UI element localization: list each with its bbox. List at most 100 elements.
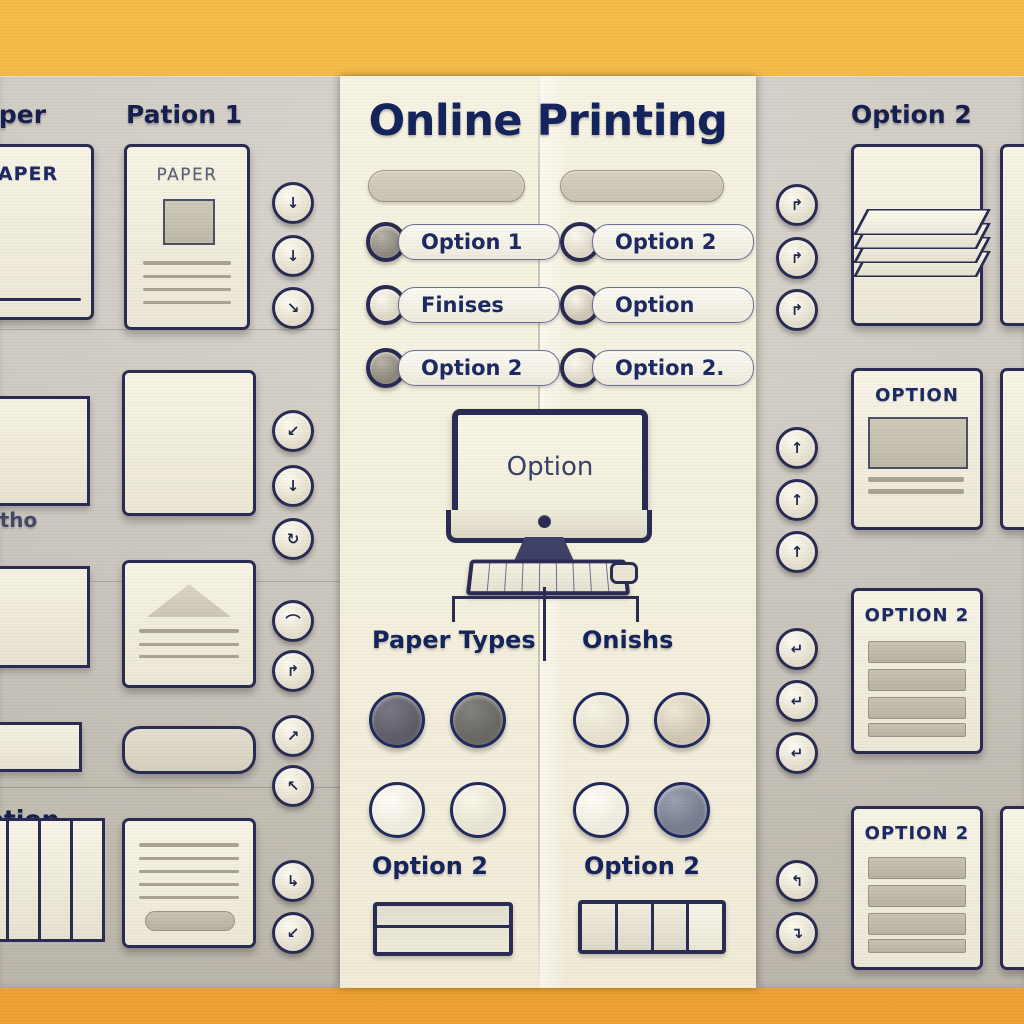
- right-btn-7[interactable]: ↵: [776, 680, 818, 722]
- search-input-left[interactable]: [368, 170, 525, 202]
- right-card-3-bar-0: [868, 857, 966, 879]
- connector-right-drop: [636, 596, 639, 622]
- layout-cell-0[interactable]: [582, 904, 618, 950]
- right-card-1-line-1: [868, 489, 964, 494]
- left-btn-3[interactable]: ↙: [272, 410, 314, 452]
- left-card-3-line-1: [139, 643, 239, 646]
- right-btn-6[interactable]: ↵: [776, 628, 818, 670]
- option-row-right-2[interactable]: Option 2.: [560, 346, 754, 390]
- right-card-edge-0[interactable]: [1000, 144, 1024, 326]
- left-btn-10[interactable]: ↳: [272, 860, 314, 902]
- keyboard-icon[interactable]: [465, 559, 631, 596]
- right-card-1[interactable]: OPTION: [851, 368, 983, 530]
- layout-preview-columns[interactable]: [578, 900, 726, 954]
- left-card-3-thumb: [147, 584, 231, 617]
- section-heading-paper-types: Paper Types: [372, 626, 536, 654]
- option-row-right-0[interactable]: Option 2: [560, 220, 754, 264]
- left-card-1-title: PAPER: [156, 165, 218, 185]
- option-label-right-1[interactable]: Option: [592, 287, 754, 323]
- right-card-edge-1[interactable]: [1000, 368, 1024, 530]
- swatch-paper-0[interactable]: [369, 692, 425, 748]
- right-card-2-title: OPTION 2: [864, 605, 970, 626]
- option-row-left-2[interactable]: Option 2: [366, 346, 560, 390]
- right-btn-5[interactable]: ↑: [776, 531, 818, 573]
- left-card-2[interactable]: [122, 370, 256, 516]
- left-btn-11[interactable]: ↙: [272, 912, 314, 954]
- swatch-finish-0[interactable]: [573, 692, 629, 748]
- left-btn-6[interactable]: ⌒: [272, 600, 314, 642]
- connector-right: [543, 596, 639, 599]
- left-card-1[interactable]: PAPER: [124, 144, 250, 330]
- left-card-5[interactable]: [122, 818, 256, 948]
- left-btn-1[interactable]: ↓: [272, 235, 314, 277]
- right-card-3[interactable]: OPTION 2: [851, 806, 983, 970]
- paper-stack-icon: [853, 199, 991, 279]
- right-card-3-title: OPTION 2: [864, 823, 970, 844]
- right-card-2-bar-1: [868, 669, 966, 691]
- swatch-finish-2[interactable]: [573, 782, 629, 838]
- right-btn-8[interactable]: ↵: [776, 732, 818, 774]
- right-btn-2[interactable]: ↱: [776, 289, 818, 331]
- right-card-0[interactable]: [851, 144, 991, 326]
- swatch-finish-3[interactable]: [654, 782, 710, 838]
- search-input-right[interactable]: [560, 170, 724, 202]
- monitor-screen[interactable]: Option: [452, 409, 648, 525]
- swatch-paper-2[interactable]: [369, 782, 425, 838]
- option-label-right-2[interactable]: Option 2.: [592, 350, 754, 386]
- right-card-2-bar-0: [868, 641, 966, 663]
- right-btn-1[interactable]: ↱: [776, 237, 818, 279]
- left-btn-0[interactable]: ↓: [272, 182, 314, 224]
- left-btn-8[interactable]: ↗: [272, 715, 314, 757]
- option-label-left-2[interactable]: Option 2: [398, 350, 560, 386]
- left-doc-folded-2[interactable]: [0, 722, 82, 772]
- layout-cell-1[interactable]: [617, 904, 654, 950]
- swatch-paper-3[interactable]: [450, 782, 506, 838]
- left-booklet[interactable]: [0, 818, 105, 942]
- left-card-5-line-4: [139, 896, 239, 899]
- right-card-1-line-0: [868, 477, 964, 482]
- left-btn-5[interactable]: ↻: [272, 518, 314, 560]
- right-btn-3[interactable]: ↑: [776, 427, 818, 469]
- left-doc-folded-0[interactable]: [0, 396, 90, 506]
- option-label-left-1[interactable]: Finises: [398, 287, 560, 323]
- swatch-paper-1[interactable]: [450, 692, 506, 748]
- left-btn-2[interactable]: ↘: [272, 287, 314, 329]
- poster-canvas: aper Pation 1 otho ption APER PAPER ↓ ↓ …: [0, 0, 1024, 1024]
- left-card-0[interactable]: APER: [0, 144, 94, 320]
- option-label-right-0[interactable]: Option 2: [592, 224, 754, 260]
- right-btn-0[interactable]: ↱: [776, 184, 818, 226]
- right-btn-9[interactable]: ↰: [776, 860, 818, 902]
- left-btn-4[interactable]: ↓: [272, 465, 314, 507]
- page-title: Online Printing: [368, 96, 728, 146]
- monitor-screen-text: Option: [506, 452, 594, 482]
- layout-cell-3[interactable]: [689, 904, 722, 950]
- layout-preview-rows[interactable]: [373, 902, 513, 956]
- section-footer-label-right: Option 2: [584, 852, 700, 880]
- left-card-3[interactable]: [122, 560, 256, 688]
- mouse-icon[interactable]: [610, 562, 638, 584]
- right-card-2[interactable]: OPTION 2: [851, 588, 983, 754]
- right-btn-4[interactable]: ↑: [776, 479, 818, 521]
- right-btn-10[interactable]: ↴: [776, 912, 818, 954]
- left-card-4[interactable]: [122, 726, 256, 774]
- option-row-left-0[interactable]: Option 1: [366, 220, 560, 264]
- left-card-0-title: APER: [0, 163, 59, 185]
- layout-cell-2[interactable]: [653, 904, 690, 950]
- option-label-left-0[interactable]: Option 1: [398, 224, 560, 260]
- left-btn-9[interactable]: ↖: [272, 765, 314, 807]
- right-card-3-bar-3: [868, 939, 966, 953]
- left-btn-7[interactable]: ↱: [272, 650, 314, 692]
- option-row-right-1[interactable]: Option: [560, 283, 754, 327]
- monitor-power-dot-icon: [538, 515, 551, 528]
- right-card-3-bar-1: [868, 885, 966, 907]
- right-card-edge-2[interactable]: [1000, 806, 1024, 970]
- left-card-1-line-1: [143, 275, 231, 278]
- left-doc-folded-1[interactable]: [0, 566, 90, 668]
- right-card-2-bar-3: [868, 723, 966, 737]
- layout-row-divider: [377, 925, 509, 928]
- left-card-5-bar: [145, 911, 235, 931]
- option-row-left-1[interactable]: Finises: [366, 283, 560, 327]
- connector-left: [452, 596, 544, 599]
- swatch-finish-1[interactable]: [654, 692, 710, 748]
- right-card-2-bar-2: [868, 697, 966, 719]
